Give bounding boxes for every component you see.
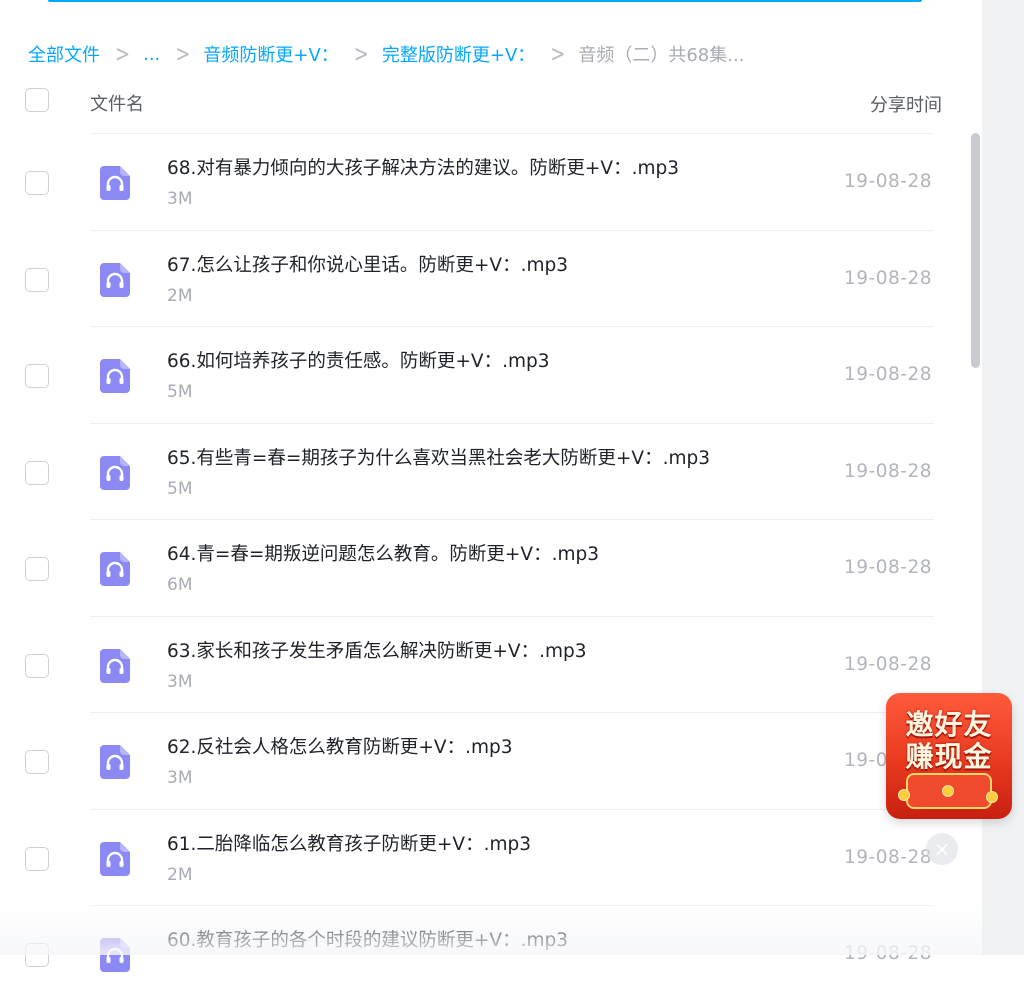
audio-file-icon — [100, 745, 130, 779]
row-divider — [90, 422, 934, 424]
file-row[interactable]: 64.青=春=期叛逆问题怎么教育。防断更+V：.mp3 6M 19-08-28 — [0, 519, 960, 616]
file-row[interactable]: 63.家长和孩子发生矛盾怎么解决防断更+V：.mp3 3M 19-08-28 — [0, 615, 960, 713]
file-share-time: 19-08-28 — [844, 171, 932, 192]
chevron-right-icon: > — [115, 40, 131, 68]
file-name[interactable]: 68.对有暴力倾向的大孩子解决方法的建议。防断更+V：.mp3 — [167, 154, 679, 180]
file-row[interactable]: 65.有些青=春=期孩子为什么喜欢当黑社会老大防断更+V：.mp3 5M 19-… — [0, 422, 960, 520]
breadcrumb-current: 音频（二）共68集... — [578, 45, 745, 66]
row-divider — [90, 229, 934, 231]
file-share-time: 19-08-28 — [844, 653, 932, 675]
audio-file-icon — [100, 359, 130, 393]
row-checkbox[interactable] — [25, 171, 49, 195]
file-share-time: 19-08-28 — [844, 943, 932, 964]
audio-file-icon — [100, 166, 130, 200]
file-row[interactable]: 68.对有暴力倾向的大孩子解决方法的建议。防断更+V：.mp3 3M 19-08… — [0, 133, 960, 230]
file-name[interactable]: 66.如何培养孩子的责任感。防断更+V：.mp3 — [167, 347, 550, 373]
audio-file-icon — [100, 938, 130, 972]
scrollbar-thumb[interactable] — [971, 133, 980, 368]
audio-file-icon — [100, 648, 130, 683]
chevron-right-icon: > — [550, 40, 566, 68]
breadcrumb-full-version-folder[interactable]: 完整版防断更+V： — [382, 41, 535, 67]
row-divider — [90, 615, 934, 617]
row-divider — [90, 905, 934, 906]
file-size: 6M — [167, 575, 193, 595]
chevron-right-icon: > — [353, 40, 369, 68]
row-divider — [90, 808, 934, 810]
row-divider — [90, 326, 934, 327]
file-name[interactable]: 61.二胎降临怎么教育孩子防断更+V：.mp3 — [167, 830, 531, 856]
breadcrumb-audio-folder[interactable]: 音频防断更+V： — [203, 41, 338, 67]
row-checkbox[interactable] — [25, 653, 49, 678]
breadcrumb-all-files[interactable]: 全部文件 — [28, 41, 100, 67]
row-checkbox[interactable] — [25, 460, 49, 485]
row-checkbox[interactable] — [25, 267, 49, 292]
coin-icon — [942, 785, 954, 797]
file-share-time: 19-08-28 — [844, 557, 932, 578]
file-name[interactable]: 62.反社会人格怎么教育防断更+V：.mp3 — [167, 733, 513, 759]
close-icon[interactable]: × — [926, 833, 958, 865]
file-size: 2M — [167, 285, 193, 306]
file-name[interactable]: 63.家长和孩子发生矛盾怎么解决防断更+V：.mp3 — [167, 637, 587, 663]
file-name[interactable]: 60.教育孩子的各个时段的建议防断更+V：.mp3 — [167, 926, 568, 952]
file-share-time: 19-08-28 — [844, 364, 932, 385]
row-divider — [90, 712, 934, 713]
row-checkbox[interactable] — [25, 750, 49, 774]
file-size: 2M — [167, 864, 193, 885]
breadcrumb: 全部文件 > ... > 音频防断更+V： > 完整版防断更+V： > 音频（二… — [28, 40, 745, 68]
file-row[interactable]: 62.反社会人格怎么教育防断更+V：.mp3 3M 19-08-28 — [0, 712, 960, 809]
file-row[interactable]: 67.怎么让孩子和你说心里话。防断更+V：.mp3 2M 19-08-28 — [0, 229, 960, 327]
file-name[interactable]: 67.怎么让孩子和你说心里话。防断更+V：.mp3 — [167, 251, 568, 277]
file-name[interactable]: 65.有些青=春=期孩子为什么喜欢当黑社会老大防断更+V：.mp3 — [167, 444, 710, 470]
select-all-checkbox[interactable] — [25, 88, 49, 112]
audio-file-icon — [100, 455, 130, 490]
file-share-time: 19-08-28 — [844, 460, 932, 482]
column-header-share-time[interactable]: 分享时间 — [870, 91, 942, 117]
row-divider — [90, 133, 934, 134]
row-divider — [90, 519, 934, 520]
coin-icon — [986, 791, 998, 803]
coin-icon — [898, 789, 910, 801]
audio-file-icon — [100, 841, 130, 876]
file-size: 5M — [167, 382, 193, 402]
file-size: 5M — [167, 478, 193, 499]
row-checkbox[interactable] — [25, 364, 49, 388]
file-row[interactable]: 60.教育孩子的各个时段的建议防断更+V：.mp3 19-08-28 — [0, 905, 960, 1002]
file-size: 3M — [167, 189, 193, 209]
file-list: 68.对有暴力倾向的大孩子解决方法的建议。防断更+V：.mp3 3M 19-08… — [0, 133, 960, 1002]
file-size: 3M — [167, 671, 193, 692]
audio-file-icon — [100, 552, 130, 586]
invite-friends-promo[interactable]: 邀好友 赚现金 — [886, 693, 1012, 819]
file-name[interactable]: 64.青=春=期叛逆问题怎么教育。防断更+V：.mp3 — [167, 540, 599, 566]
file-share-time: 19-08-28 — [844, 267, 932, 289]
file-list-header: 文件名 分享时间 — [0, 84, 960, 132]
file-row[interactable]: 66.如何培养孩子的责任感。防断更+V：.mp3 5M 19-08-28 — [0, 326, 960, 423]
row-checkbox[interactable] — [25, 557, 49, 581]
chevron-right-icon: > — [175, 40, 191, 68]
column-header-name[interactable]: 文件名 — [90, 90, 144, 116]
file-size: 3M — [167, 768, 193, 788]
file-row[interactable]: 61.二胎降临怎么教育孩子防断更+V：.mp3 2M 19-08-28 — [0, 808, 960, 906]
row-checkbox[interactable] — [25, 846, 49, 871]
top-accent-line — [48, 0, 922, 2]
promo-title-line2: 赚现金 — [905, 740, 993, 773]
audio-file-icon — [100, 262, 130, 297]
file-share-time: 19-08-28 — [844, 846, 932, 868]
row-checkbox[interactable] — [25, 943, 49, 967]
breadcrumb-ellipsis[interactable]: ... — [143, 44, 160, 65]
